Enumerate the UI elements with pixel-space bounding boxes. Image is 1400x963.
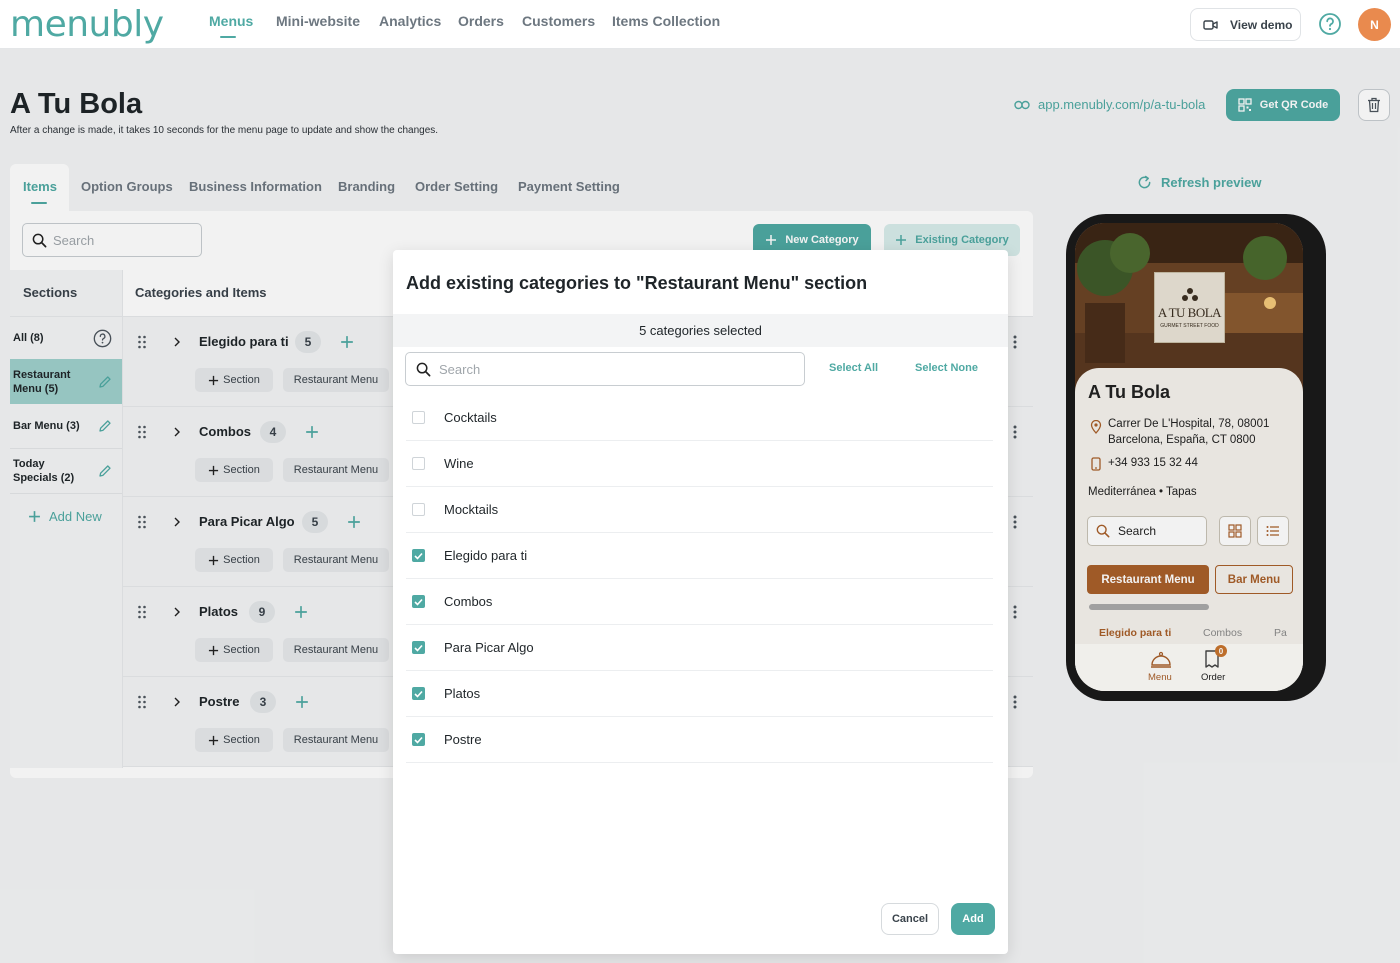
view-demo-label: View demo [1230,17,1293,32]
select-none-link[interactable]: Select None [915,362,978,374]
checkbox-checked[interactable] [412,733,425,746]
checkbox-checked[interactable] [412,687,425,700]
checkmark-icon [414,690,423,698]
option-label: Platos [444,686,481,701]
category-option-wine[interactable]: Wine [406,441,993,487]
nav-items-collection[interactable]: Items Collection [612,13,720,29]
category-option-cocktails[interactable]: Cocktails [406,395,993,441]
modal-search-placeholder: Search [439,361,481,377]
checkbox-checked[interactable] [412,549,425,562]
nav-analytics[interactable]: Analytics [379,13,441,29]
checkbox-checked[interactable] [412,595,425,608]
checkmark-icon [414,736,423,744]
nav-menus[interactable]: Menus [209,13,253,29]
checkmark-icon [414,552,423,560]
cancel-button[interactable]: Cancel [881,903,939,935]
category-option-mocktails[interactable]: Mocktails [406,487,993,533]
user-avatar[interactable]: N [1358,8,1391,41]
nav-orders[interactable]: Orders [458,13,504,29]
option-label: Elegido para ti [444,548,528,563]
option-label: Postre [444,732,482,747]
checkbox[interactable] [412,411,425,424]
option-label: Combos [444,594,493,609]
modal-search-input[interactable]: Search [405,352,805,386]
checkbox[interactable] [412,457,425,470]
option-label: Mocktails [444,502,499,517]
modal-title: Add existing categories to "Restaurant M… [406,273,868,293]
selection-count-bar: 5 categories selected [393,314,1008,347]
top-navigation-bar: menubly Menus Mini-website Analytics Ord… [0,0,1400,49]
nav-active-indicator [220,36,236,38]
category-option-para-picar-algo[interactable]: Para Picar Algo [406,625,993,671]
select-all-link[interactable]: Select All [829,362,878,374]
category-option-postre[interactable]: Postre [406,717,993,763]
option-label: Wine [444,456,474,471]
nav-customers[interactable]: Customers [522,13,595,29]
category-option-combos[interactable]: Combos [406,579,993,625]
nav-mini-website[interactable]: Mini-website [276,13,360,29]
search-icon [416,362,431,377]
checkbox-checked[interactable] [412,641,425,654]
option-label: Para Picar Algo [444,640,534,655]
checkmark-icon [414,644,423,652]
option-label: Cocktails [444,410,497,425]
menubly-logo[interactable]: menubly [10,4,164,45]
help-icon[interactable] [1318,12,1342,36]
selected-count-text: 5 categories selected [639,323,762,338]
view-demo-button[interactable]: View demo [1190,8,1301,41]
checkbox[interactable] [412,503,425,516]
video-camera-icon [1203,19,1219,31]
category-option-platos[interactable]: Platos [406,671,993,717]
add-existing-categories-modal: Add existing categories to "Restaurant M… [393,250,1008,954]
category-option-elegido-para-ti[interactable]: Elegido para ti [406,533,993,579]
checkmark-icon [414,598,423,606]
add-button[interactable]: Add [951,903,995,935]
